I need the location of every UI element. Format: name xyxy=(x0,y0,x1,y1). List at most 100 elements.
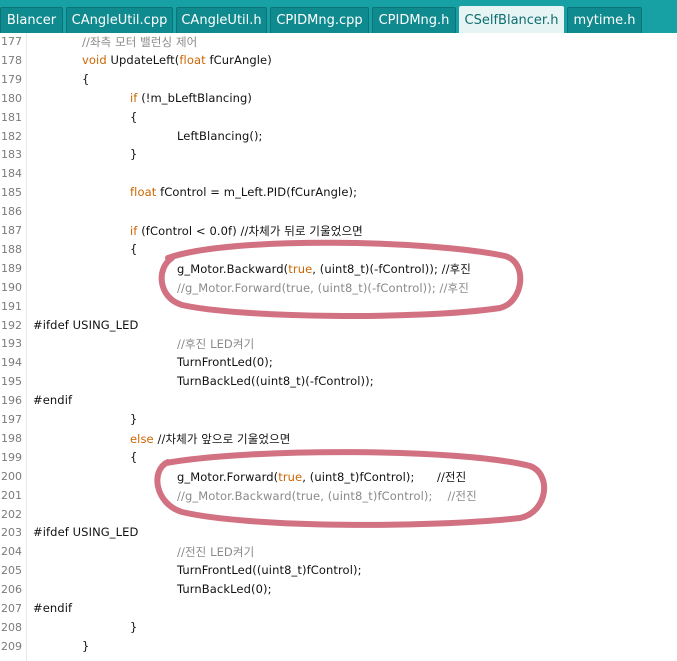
line-number: 187 xyxy=(1,224,22,237)
line-number: 177 xyxy=(1,35,22,48)
keyword-token: float xyxy=(179,52,206,67)
line-number: 188 xyxy=(1,242,22,256)
code-token: #endif xyxy=(33,601,73,615)
code-editor[interactable]: 177//좌측 모터 밸런싱 제어 178 void UpdateLeft(floa… xyxy=(0,33,677,661)
keyword-token: true xyxy=(288,261,313,276)
code-token: TurnFrontLed((uint8_t)fControl); xyxy=(177,563,362,578)
code-line[interactable]: g_Motor.Backward(true, (uint8_t)(-fContr… xyxy=(177,261,471,277)
line-number: 205 xyxy=(1,564,22,578)
code-token: { xyxy=(130,109,138,124)
tab-cangleutil-cpp[interactable]: CAngleUtil.cpp xyxy=(66,7,173,33)
line-number: 195 xyxy=(1,375,22,389)
line-number: 186 xyxy=(1,205,22,219)
code-line[interactable]: { xyxy=(130,110,137,124)
code-line[interactable]: } xyxy=(130,147,137,161)
code-line[interactable]: { xyxy=(82,72,89,86)
code-line[interactable]: TurnBackLed(0); xyxy=(177,582,272,596)
keyword-token: float xyxy=(130,185,157,200)
line-number: 182 xyxy=(1,129,22,143)
code-line[interactable]: #ifdef USING_LED xyxy=(33,525,138,539)
code-token: #ifdef USING_LED xyxy=(33,317,139,332)
line-number: 196 xyxy=(1,394,22,408)
line-number: 200 xyxy=(1,469,22,483)
code-line[interactable]: #endif xyxy=(33,601,72,615)
code-token: //차체가 앞으로 기울었으면 xyxy=(153,431,291,446)
code-line[interactable]: } xyxy=(130,620,137,634)
code-line[interactable]: //g_Motor.Forward(true, (uint8_t)(-fCont… xyxy=(177,280,469,296)
code-line[interactable]: LeftBlancing(); xyxy=(177,129,263,143)
code-line[interactable]: if (fControl < 0.0f) //차체가 뒤로 기울었으면 xyxy=(130,223,363,239)
code-token: //g_Motor.Backward(true, (uint8_t)fContr… xyxy=(177,488,477,503)
code-token: (fControl < 0.0f) //차체가 뒤로 기울었으면 xyxy=(137,224,363,238)
code-token: //후진 LED켜기 xyxy=(177,337,255,352)
code-line[interactable]: //후진 LED켜기 xyxy=(177,336,254,352)
code-token: fCurAngle) xyxy=(205,52,272,67)
line-number: 185 xyxy=(1,186,22,200)
code-token: TurnFrontLed(0); xyxy=(177,355,273,370)
line-number: 197 xyxy=(1,413,22,426)
tab-mytime-h[interactable]: mytime.h xyxy=(567,7,642,33)
keyword-token: else xyxy=(130,431,154,446)
code-token: #ifdef USING_LED xyxy=(33,525,139,540)
tab-cangleutil-h[interactable]: CAngleUtil.h xyxy=(176,7,267,33)
keyword-token: void xyxy=(82,52,107,67)
code-token: //좌측 모터 밸런싱 제어 xyxy=(82,35,198,49)
line-number: 199 xyxy=(1,450,22,464)
code-line[interactable]: void UpdateLeft(float fCurAngle) xyxy=(82,53,272,67)
code-token: (!m_bLeftBlancing) xyxy=(137,90,253,105)
code-token: } xyxy=(82,638,90,653)
code-token: { xyxy=(82,71,90,86)
code-line[interactable]: } xyxy=(130,412,137,426)
tab-cpidmng-cpp[interactable]: CPIDMng.cpp xyxy=(270,7,369,33)
line-number: 208 xyxy=(1,620,22,634)
tab-blancer[interactable]: Blancer xyxy=(0,7,63,33)
code-line[interactable]: g_Motor.Forward(true, (uint8_t)fControl)… xyxy=(177,469,466,485)
code-token: //전진 LED켜기 xyxy=(177,545,255,560)
line-number: 209 xyxy=(1,639,22,653)
line-number: 179 xyxy=(1,72,22,86)
code-line[interactable]: TurnFrontLed(0); xyxy=(177,355,273,369)
code-token: //g_Motor.Forward(true, (uint8_t)(-fCont… xyxy=(177,280,469,295)
tab-strip: Blancer CAngleUtil.cpp CAngleUtil.h CPIDMng… xyxy=(0,6,645,33)
code-line[interactable]: } xyxy=(82,639,89,653)
code-line[interactable]: { xyxy=(130,450,137,464)
code-token: fControl = m_Left.PID(fCurAngle); xyxy=(156,185,358,200)
line-number: 183 xyxy=(1,148,22,162)
code-line[interactable]: else //차체가 앞으로 기울었으면 xyxy=(130,431,290,447)
code-line[interactable]: TurnFrontLed((uint8_t)fControl); xyxy=(177,563,362,577)
editor-tab-bar: Blancer CAngleUtil.cpp CAngleUtil.h CPIDMng… xyxy=(0,0,677,33)
line-number: 194 xyxy=(1,356,22,370)
line-number: 193 xyxy=(1,337,22,351)
code-line[interactable]: { xyxy=(130,242,137,256)
line-number: 203 xyxy=(1,526,22,540)
code-line[interactable]: #endif xyxy=(33,393,72,407)
gutter-divider xyxy=(26,33,27,661)
tab-cselfblancer-h[interactable]: CSelfBlancer.h xyxy=(459,6,564,33)
code-token: } xyxy=(130,412,138,426)
code-line[interactable]: #ifdef USING_LED xyxy=(33,318,138,332)
code-token: { xyxy=(130,241,138,256)
line-number: 190 xyxy=(1,280,22,294)
code-line[interactable]: //g_Motor.Backward(true, (uint8_t)fContr… xyxy=(177,488,477,504)
code-token: g_Motor.Backward( xyxy=(177,261,289,276)
code-line[interactable]: TurnBackLed((uint8_t)(-fControl)); xyxy=(177,374,374,388)
code-line[interactable]: //좌측 모터 밸런싱 제어 xyxy=(82,34,197,50)
code-token: #endif xyxy=(33,393,73,408)
line-number: 191 xyxy=(1,299,22,313)
code-line[interactable]: if (!m_bLeftBlancing) xyxy=(130,91,252,105)
tab-cpidmng-h[interactable]: CPIDMng.h xyxy=(372,7,456,33)
line-number: 201 xyxy=(1,488,22,502)
line-number: 206 xyxy=(1,583,22,597)
keyword-token: true xyxy=(278,469,303,484)
line-number: 204 xyxy=(1,545,22,559)
code-token: } xyxy=(130,619,138,634)
line-number: 198 xyxy=(1,431,22,445)
code-line[interactable]: //전진 LED켜기 xyxy=(177,544,254,560)
code-token: TurnBackLed((uint8_t)(-fControl)); xyxy=(177,374,374,389)
line-number: 192 xyxy=(1,318,22,332)
line-number: 207 xyxy=(1,602,22,615)
code-token: , (uint8_t)(-fControl)); //후진 xyxy=(312,261,471,276)
code-line[interactable]: float fControl = m_Left.PID(fCurAngle); xyxy=(130,185,357,199)
line-number: 180 xyxy=(1,91,22,105)
code-token: , (uint8_t)fControl); //전진 xyxy=(302,469,467,484)
